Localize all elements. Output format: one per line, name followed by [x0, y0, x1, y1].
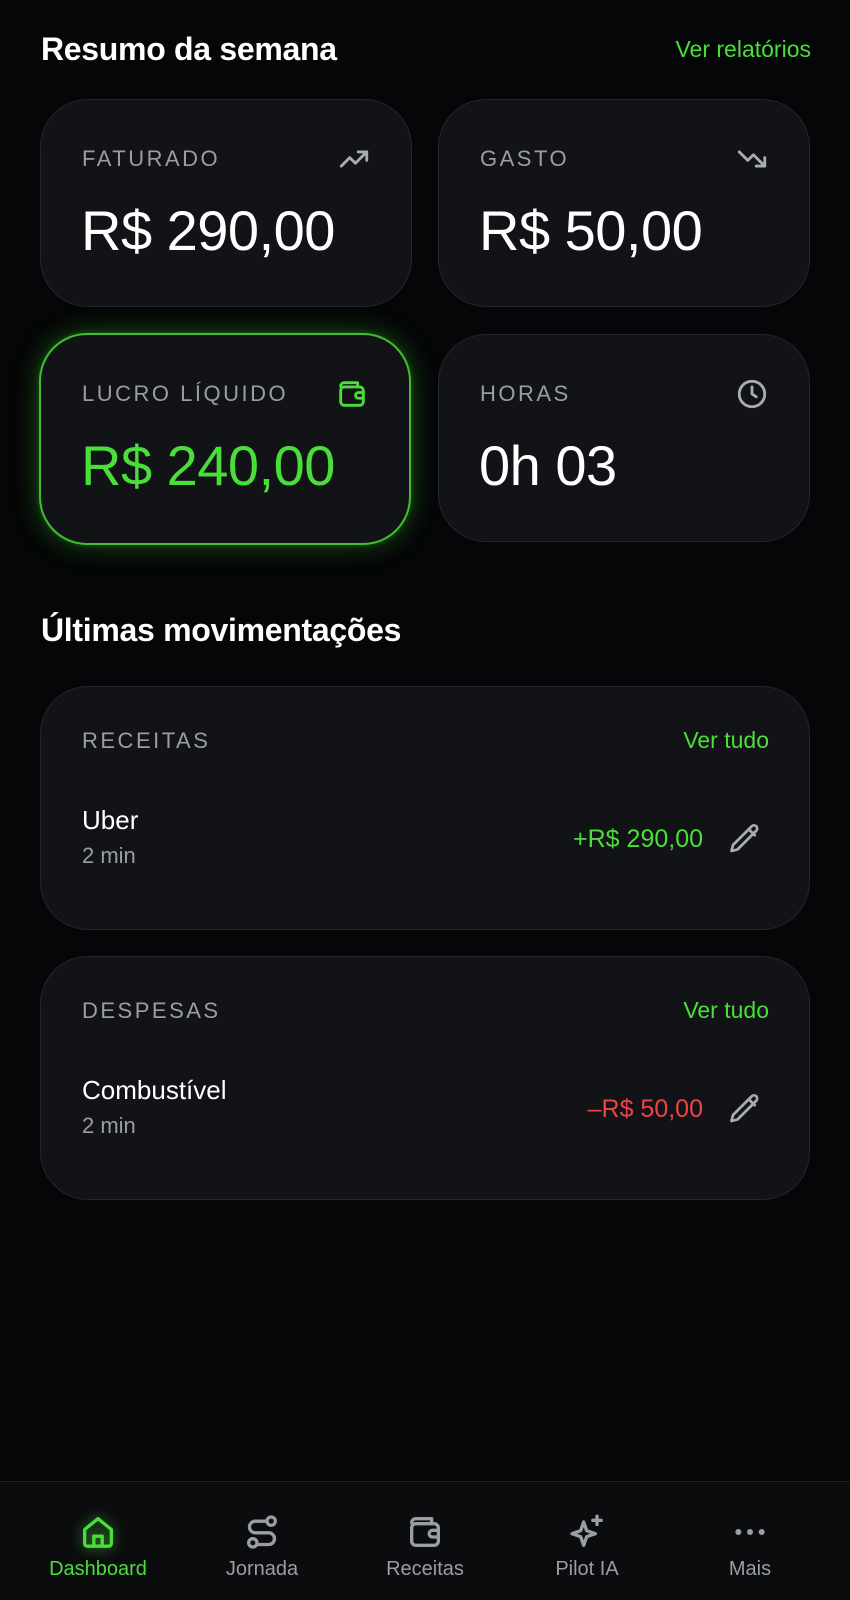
expenses-see-all-link[interactable]: Ver tudo [683, 997, 769, 1024]
spent-label: GASTO [480, 146, 570, 171]
net-profit-label: LUCRO LÍQUIDO [82, 381, 289, 406]
tab-label: Pilot IA [555, 1558, 619, 1580]
tab-mais[interactable]: Mais [670, 1482, 830, 1600]
income-label: RECEITAS [82, 727, 211, 753]
tab-jornada[interactable]: Jornada [182, 1482, 342, 1600]
tab-pilot-ia[interactable]: Pilot IA [507, 1482, 667, 1600]
hours-label: HORAS [480, 381, 571, 406]
expenses-card: DESPESAS Ver tudo Combustível 2 min –R$ … [40, 956, 810, 1200]
pencil-icon[interactable] [727, 821, 763, 857]
expense-row[interactable]: Combustível 2 min –R$ 50,00 [82, 1075, 769, 1145]
expense-item-time: 2 min [82, 1113, 136, 1138]
tab-label: Dashboard [49, 1558, 147, 1580]
sparkles-icon [570, 1514, 603, 1547]
net-profit-value: R$ 240,00 [81, 434, 335, 497]
income-item-amount: +R$ 290,00 [573, 825, 703, 853]
summary-title: Resumo da semana [41, 30, 337, 67]
summary-header: Resumo da semana Ver relatórios [41, 28, 811, 70]
wallet-icon [339, 381, 365, 407]
income-card: RECEITAS Ver tudo Uber 2 min +R$ 290,00 [40, 686, 810, 930]
income-item-name: Uber [82, 805, 139, 835]
expenses-header: DESPESAS Ver tudo [82, 997, 769, 1024]
income-row[interactable]: Uber 2 min +R$ 290,00 [82, 805, 769, 875]
wallet-icon [410, 1517, 440, 1547]
pencil-icon[interactable] [727, 1091, 763, 1127]
income-header: RECEITAS Ver tudo [82, 727, 769, 754]
billed-label: FATURADO [82, 146, 221, 171]
hours-card[interactable]: HORAS 0h 03 [438, 334, 810, 542]
spent-card[interactable]: GASTO R$ 50,00 [438, 99, 810, 307]
view-reports-link[interactable]: Ver relatórios [675, 36, 811, 63]
tab-label: Jornada [225, 1558, 299, 1580]
net-profit-card[interactable]: LUCRO LÍQUIDO R$ 240,00 [39, 333, 411, 545]
expense-item-amount: –R$ 50,00 [587, 1095, 703, 1123]
home-icon [83, 1517, 114, 1548]
route-icon [247, 1515, 277, 1549]
more-icon [735, 1529, 765, 1535]
billed-value: R$ 290,00 [81, 199, 335, 262]
trending-down-icon [737, 150, 767, 168]
hours-value: 0h 03 [479, 434, 617, 497]
expenses-label: DESPESAS [82, 997, 221, 1023]
income-item-time: 2 min [82, 843, 136, 868]
bottom-tab-bar: Dashboard Jornada Receitas Pilot IA Mais [0, 1481, 850, 1600]
clock-icon [737, 379, 767, 409]
tab-label: Mais [728, 1558, 772, 1580]
movements-title: Últimas movimentações [41, 612, 402, 648]
tab-label: Receitas [386, 1558, 464, 1580]
expense-item-name: Combustível [82, 1075, 227, 1105]
billed-card[interactable]: FATURADO R$ 290,00 [40, 99, 412, 307]
tab-receitas[interactable]: Receitas [345, 1482, 505, 1600]
trending-up-icon [339, 150, 369, 168]
income-see-all-link[interactable]: Ver tudo [683, 727, 769, 754]
dashboard-screen: Resumo da semana Ver relatórios FATURADO… [0, 0, 850, 1600]
spent-value: R$ 50,00 [479, 199, 703, 262]
tab-dashboard[interactable]: Dashboard [18, 1482, 178, 1600]
